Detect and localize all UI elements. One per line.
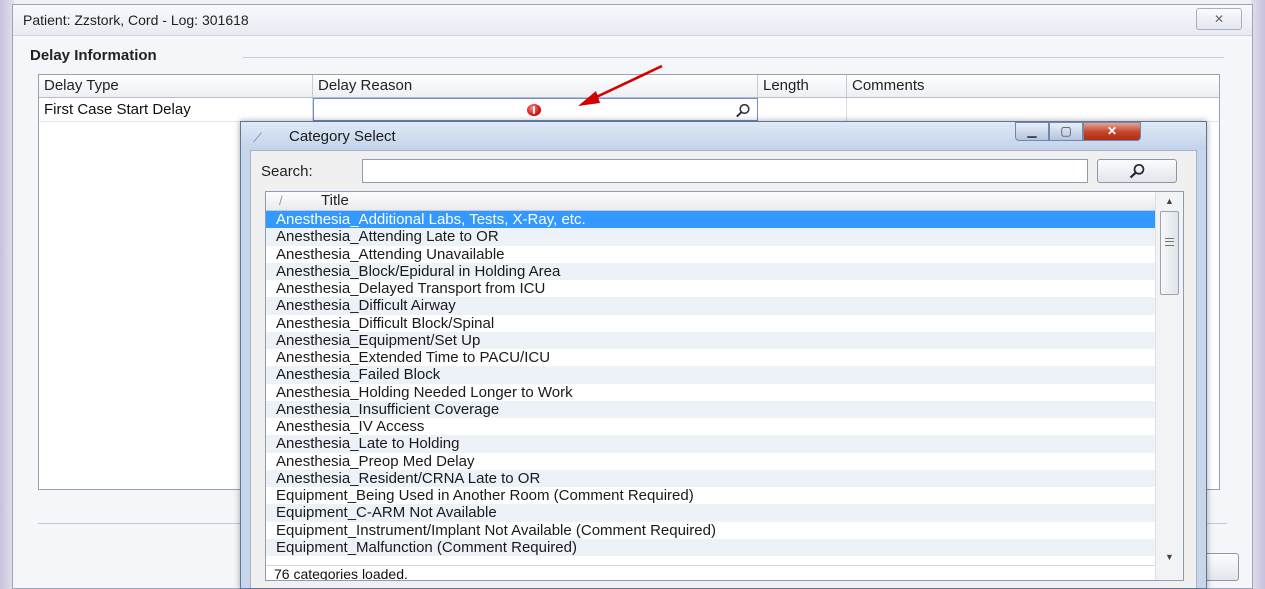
list-item[interactable]: Anesthesia_Holding Needed Longer to Work: [266, 384, 1156, 401]
search-input[interactable]: [362, 159, 1088, 183]
app-icon: ⟋: [253, 130, 263, 145]
list-item[interactable]: Anesthesia_Difficult Block/Spinal: [266, 315, 1156, 332]
delay-information-label: Delay Information: [30, 47, 165, 64]
list-item[interactable]: Anesthesia_Additional Labs, Tests, X-Ray…: [266, 211, 1156, 229]
list-item[interactable]: Anesthesia_Block/Epidural in Holding Are…: [266, 262, 1156, 280]
length-cell[interactable]: [758, 98, 847, 121]
search-icon: [1128, 163, 1146, 183]
list-item[interactable]: Anesthesia_Equipment/Set Up: [266, 331, 1156, 349]
list-item[interactable]: Anesthesia_Late to Holding: [266, 435, 1156, 453]
minimize-icon: ▁: [1027, 124, 1037, 138]
column-header-title: Title: [321, 192, 349, 209]
maximize-button[interactable]: ▢: [1049, 122, 1083, 141]
required-error-icon: [527, 104, 541, 116]
group-divider: [243, 57, 1224, 58]
vertical-scrollbar[interactable]: ▲ ▼: [1155, 192, 1183, 580]
popup-close-button[interactable]: ✕: [1083, 122, 1141, 141]
list-item[interactable]: Anesthesia_Attending Unavailable: [266, 246, 1156, 263]
scroll-down-icon[interactable]: ▼: [1156, 548, 1183, 566]
category-select-title: Category Select: [289, 128, 396, 145]
category-select-body: Search: / Title Anesthesia_Additional La…: [250, 150, 1197, 588]
close-icon: ✕: [1106, 124, 1118, 138]
list-item[interactable]: Anesthesia_Preop Med Delay: [266, 453, 1156, 470]
list-item[interactable]: Anesthesia_Delayed Transport from ICU: [266, 280, 1156, 297]
list-item[interactable]: Anesthesia_Extended Time to PACU/ICU: [266, 349, 1156, 366]
sort-icon: /: [279, 193, 283, 208]
annotation-arrow: [578, 64, 663, 106]
list-item[interactable]: Equipment_Instrument/Implant Not Availab…: [266, 522, 1156, 539]
column-header-length[interactable]: Length: [758, 75, 847, 97]
scroll-grip-icon: [1165, 238, 1174, 246]
dialog-title: Patient: Zzstork, Cord - Log: 301618: [23, 12, 249, 28]
delay-type-cell[interactable]: First Case Start Delay: [39, 98, 313, 121]
list-item[interactable]: Anesthesia_Resident/CRNA Late to OR: [266, 469, 1156, 487]
category-list-header[interactable]: / Title: [266, 192, 1156, 211]
scroll-thumb[interactable]: [1160, 211, 1179, 295]
category-select-titlebar: ⟋ Category Select ▁ ▢ ✕: [241, 122, 1206, 150]
scroll-up-icon[interactable]: ▲: [1156, 192, 1183, 210]
list-item[interactable]: Equipment_Being Used in Another Room (Co…: [266, 487, 1156, 504]
list-item[interactable]: Equipment_C-ARM Not Available: [266, 504, 1156, 522]
column-header-comments[interactable]: Comments: [847, 75, 1221, 97]
list-item[interactable]: Anesthesia_IV Access: [266, 418, 1156, 435]
dialog-close-button[interactable]: ✕: [1196, 8, 1242, 30]
column-header-delay-reason[interactable]: Delay Reason: [313, 75, 758, 97]
maximize-icon: ▢: [1060, 124, 1072, 138]
category-list: / Title Anesthesia_Additional Labs, Test…: [265, 191, 1184, 581]
list-item[interactable]: Anesthesia_Insufficient Coverage: [266, 400, 1156, 418]
list-item[interactable]: Anesthesia_Attending Late to OR: [266, 228, 1156, 246]
list-item[interactable]: Equipment_Malfunction (Comment Required): [266, 538, 1156, 556]
delay-reason-cell[interactable]: [313, 98, 758, 121]
status-text: 76 categories loaded.: [266, 565, 1156, 580]
close-icon: ✕: [1213, 12, 1225, 26]
dialog-titlebar: Patient: Zzstork, Cord - Log: 301618 ✕: [13, 5, 1252, 36]
list-item[interactable]: Anesthesia_Difficult Airway: [266, 297, 1156, 315]
list-item[interactable]: Anesthesia_Failed Block: [266, 366, 1156, 384]
comments-cell[interactable]: [847, 98, 1221, 121]
minimize-button[interactable]: ▁: [1015, 122, 1049, 141]
search-label: Search:: [261, 163, 313, 180]
category-select-window: ⟋ Category Select ▁ ▢ ✕ Search: / Title …: [240, 121, 1207, 589]
desktop-edge-right: [1251, 0, 1265, 589]
search-button[interactable]: [1097, 159, 1177, 183]
category-rows: Anesthesia_Additional Labs, Tests, X-Ray…: [266, 211, 1156, 556]
column-header-delay-type[interactable]: Delay Type: [39, 75, 313, 97]
